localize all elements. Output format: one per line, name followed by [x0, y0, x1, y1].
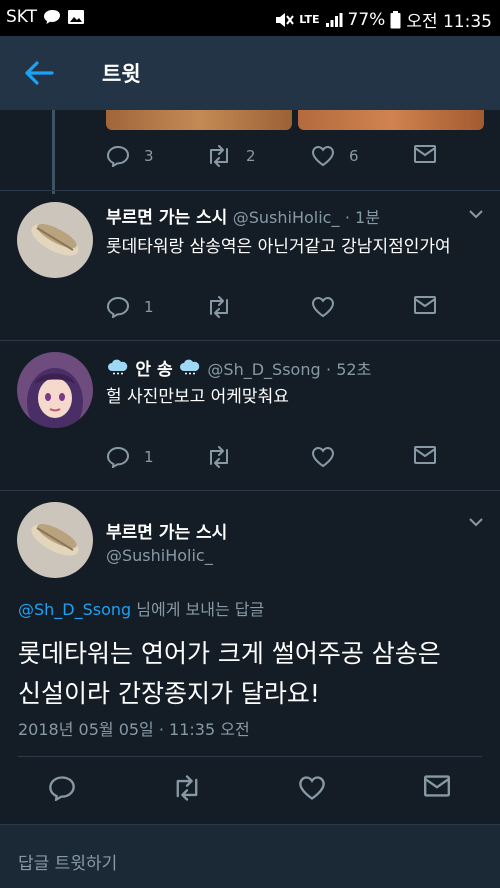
- divider: [0, 490, 500, 491]
- like-action[interactable]: [311, 296, 335, 318]
- envelope-icon: [414, 446, 436, 464]
- user-handle[interactable]: @Sh_D_Ssong: [207, 360, 320, 379]
- tweet-date: 2018년 05월 05일: [18, 720, 154, 739]
- heart-icon: [311, 446, 335, 468]
- retweet-count: 2: [246, 147, 256, 165]
- sushi-avatar-image: [17, 502, 93, 578]
- status-bar: SKT LTE 77% 오전 11:35: [0, 0, 500, 36]
- carrier-label: SKT: [6, 7, 38, 27]
- main-tweet-line2: 신설이라 간장종지가 달라요!: [18, 679, 320, 708]
- tweet-image-right[interactable]: [298, 110, 484, 130]
- heart-icon: [311, 145, 335, 167]
- mute-icon: [276, 12, 295, 27]
- retweet-action[interactable]: 2: [206, 145, 256, 167]
- relative-time: · 1분: [344, 208, 380, 227]
- dm-action[interactable]: [414, 296, 436, 314]
- comment-bubble-icon: [106, 446, 130, 468]
- app-bar: 트윗: [0, 36, 500, 110]
- reply-count: 3: [144, 147, 154, 165]
- tweet-text: 롯데타워랑 삼송역은 아닌거같고 강남지점인가여: [106, 237, 451, 257]
- reply-action[interactable]: 1: [106, 296, 154, 318]
- top-tweet-actions: 3 2 6: [106, 145, 486, 175]
- chevron-down-icon[interactable]: [468, 208, 484, 220]
- display-name[interactable]: 안 송: [135, 360, 172, 380]
- dm-action[interactable]: [414, 446, 436, 464]
- arrow-left-icon[interactable]: [22, 58, 56, 88]
- sushi-avatar-image: [17, 202, 93, 278]
- heart-icon: [299, 776, 325, 800]
- display-name[interactable]: 부르면 가는 스시: [106, 208, 227, 228]
- main-display-name[interactable]: 부르면 가는 스시: [106, 518, 227, 543]
- clock: 오전 11:35: [406, 12, 492, 32]
- reply-count: 1: [144, 448, 154, 466]
- reply-composer[interactable]: 답글 트윗하기: [0, 824, 500, 888]
- reply2-header: 안 송 @Sh_D_Ssong · 52초: [106, 355, 371, 380]
- signal-icon: [325, 12, 343, 27]
- reply-action[interactable]: 3: [106, 145, 154, 167]
- thread-line: [52, 110, 55, 194]
- chat-bubble-icon: [44, 10, 61, 24]
- reply-action[interactable]: [48, 775, 76, 801]
- reply-placeholder[interactable]: 답글 트윗하기: [18, 849, 117, 874]
- like-action[interactable]: [298, 775, 326, 801]
- tweet-text: 헐 사진만보고 어케맞춰요: [106, 387, 289, 407]
- main-tweet-line1: 롯데타워는 연어가 크게 썰어주공 삼송은: [18, 639, 441, 668]
- divider: [0, 190, 500, 191]
- reply-count: 1: [144, 298, 154, 316]
- retweet-action[interactable]: [206, 296, 232, 318]
- display-name[interactable]: 부르면 가는 스시: [106, 523, 227, 543]
- retweet-icon: [210, 446, 228, 468]
- avatar[interactable]: [17, 502, 93, 578]
- dm-action[interactable]: [424, 775, 450, 797]
- divider: [18, 756, 482, 757]
- comment-bubble-icon: [106, 145, 130, 167]
- relative-time: · 52초: [326, 360, 372, 379]
- gallery-icon: [68, 10, 85, 24]
- envelope-icon: [414, 145, 436, 163]
- tweet-time: · 11:35 오전: [158, 720, 250, 739]
- snow-cloud-icon: [180, 359, 200, 375]
- reply2-actions: 1: [106, 446, 486, 476]
- retweet-icon: [176, 775, 198, 801]
- timestamp: 2018년 05월 05일 · 11:35 오전: [18, 716, 250, 740]
- main-tweet-actions: [48, 775, 468, 805]
- reply1-header: 부르면 가는 스시 @SushiHolic_ · 1분: [106, 203, 380, 228]
- user-handle[interactable]: @SushiHolic_: [106, 546, 213, 565]
- heart-icon: [311, 296, 335, 318]
- reply-action[interactable]: 1: [106, 446, 154, 468]
- reply-context: @Sh_D_Ssong 님에게 보내는 답글: [18, 596, 264, 620]
- envelope-icon: [414, 296, 436, 314]
- tweet-image-left[interactable]: [106, 110, 292, 130]
- chevron-down-icon[interactable]: [468, 516, 484, 528]
- network-label: LTE: [299, 13, 320, 26]
- anime-avatar-image: [17, 352, 93, 428]
- page-title: 트윗: [102, 62, 141, 86]
- avatar[interactable]: [17, 352, 93, 428]
- reply-to-handle[interactable]: @Sh_D_Ssong: [18, 600, 131, 619]
- retweet-icon: [210, 145, 228, 167]
- comment-bubble-icon: [49, 776, 75, 801]
- retweet-action[interactable]: [172, 775, 202, 801]
- battery-percent: 77%: [347, 9, 386, 30]
- like-count: 6: [349, 147, 359, 165]
- retweet-action[interactable]: [206, 446, 232, 468]
- battery-icon: [390, 10, 401, 28]
- like-action[interactable]: 6: [311, 145, 359, 167]
- like-action[interactable]: [311, 446, 335, 468]
- avatar[interactable]: [17, 202, 93, 278]
- envelope-icon: [424, 775, 450, 797]
- retweet-icon: [210, 296, 228, 318]
- dm-action[interactable]: [414, 145, 436, 163]
- snow-cloud-icon: [108, 359, 128, 375]
- main-handle[interactable]: @SushiHolic_: [106, 546, 213, 566]
- reply-to-suffix: 님에게 보내는 답글: [136, 600, 265, 619]
- user-handle[interactable]: @SushiHolic_: [233, 208, 340, 227]
- comment-bubble-icon: [106, 296, 130, 318]
- divider: [0, 340, 500, 341]
- reply1-actions: 1: [106, 296, 486, 326]
